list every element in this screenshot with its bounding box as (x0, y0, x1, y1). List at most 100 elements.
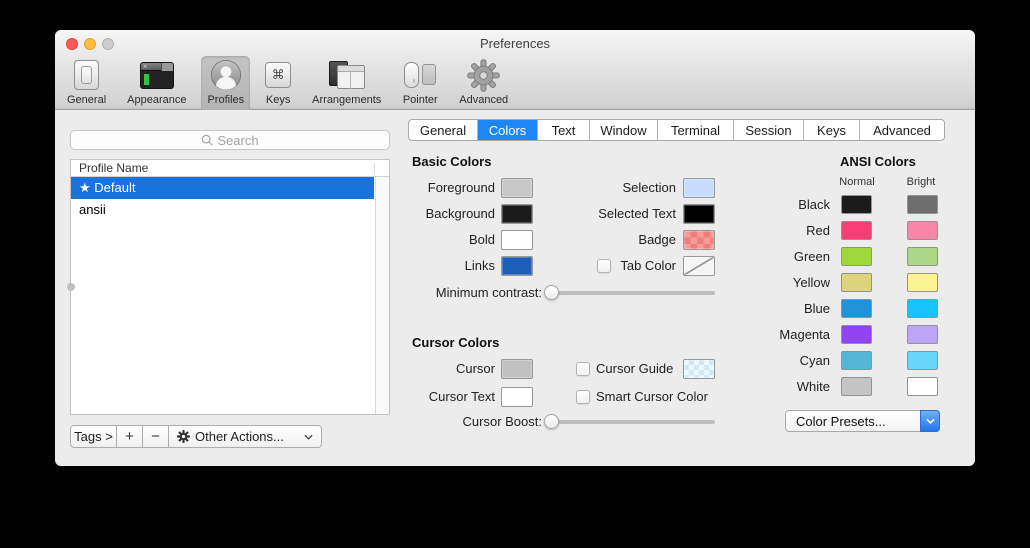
toolbar-item-advanced[interactable]: Advanced (453, 56, 514, 110)
toolbar-item-profiles[interactable]: Profiles (201, 56, 250, 110)
toolbar-item-pointer[interactable]: Pointer (396, 56, 444, 110)
ansi-blue-normal-swatch[interactable] (841, 299, 872, 318)
window-chrome: Preferences General × Appearance (55, 30, 975, 110)
tab-window[interactable]: Window (589, 120, 657, 140)
gear-icon (177, 430, 190, 443)
toolbar-item-general[interactable]: General (61, 56, 112, 110)
search-input[interactable]: Search (70, 130, 390, 150)
selection-label: Selection (556, 178, 676, 198)
header-divider (374, 163, 375, 174)
cursor-colors-heading: Cursor Colors (412, 335, 499, 350)
smart-cursor-color-checkbox[interactable] (576, 390, 590, 404)
profile-row-default[interactable]: ★ Default (71, 177, 374, 199)
ansi-black-bright-swatch[interactable] (907, 195, 938, 214)
tab-colors[interactable]: Colors (477, 120, 537, 140)
ansi-blue-bright-swatch[interactable] (907, 299, 938, 318)
remove-profile-button[interactable]: − (143, 425, 169, 448)
selection-color-swatch[interactable] (683, 178, 715, 198)
pointer-icon (402, 58, 438, 92)
ansi-red-normal-swatch[interactable] (841, 221, 872, 240)
ansi-green-normal-swatch[interactable] (841, 247, 872, 266)
cursor-color-swatch[interactable] (501, 359, 533, 379)
profile-list-header[interactable]: Profile Name (71, 160, 389, 177)
cursor-boost-slider[interactable] (545, 420, 715, 424)
profile-footer-bar: Tags > + − Other Actions... (70, 425, 322, 448)
profile-list: Profile Name ★ Default ansii (70, 159, 390, 415)
ansi-magenta-normal-swatch[interactable] (841, 325, 872, 344)
star-icon: ★ (79, 180, 91, 195)
ansi-col-normal: Normal (826, 176, 888, 188)
arrangements-icon (327, 58, 367, 92)
dropdown-chevron-cap (920, 410, 940, 432)
selected-text-color-swatch[interactable] (683, 204, 715, 224)
ansi-red-label: Red (755, 221, 830, 241)
ansi-magenta-label: Magenta (755, 325, 830, 345)
tab-text[interactable]: Text (537, 120, 589, 140)
background-label: Background (375, 204, 495, 224)
ansi-white-normal-swatch[interactable] (841, 377, 872, 396)
tab-keys[interactable]: Keys (803, 120, 859, 140)
color-presets-dropdown[interactable]: Color Presets... (785, 410, 940, 432)
ansi-cyan-label: Cyan (755, 351, 830, 371)
ansi-cyan-normal-swatch[interactable] (841, 351, 872, 370)
minimum-contrast-label: Minimum contrast: (392, 283, 542, 303)
toolbar-item-arrangements[interactable]: Arrangements (306, 56, 387, 110)
advanced-gear-icon (467, 58, 500, 92)
general-icon (74, 58, 99, 92)
minimum-contrast-slider-knob[interactable] (544, 285, 559, 300)
ansi-yellow-bright-swatch[interactable] (907, 273, 938, 292)
profiles-icon (210, 58, 242, 92)
other-actions-button[interactable]: Other Actions... (169, 425, 322, 448)
cursor-label: Cursor (375, 359, 495, 379)
ansi-white-label: White (755, 377, 830, 397)
profile-name: ansii (79, 202, 106, 217)
chevron-down-icon (926, 418, 935, 424)
foreground-label: Foreground (375, 178, 495, 198)
tags-button[interactable]: Tags > (70, 425, 117, 448)
ansi-magenta-bright-swatch[interactable] (907, 325, 938, 344)
cursor-guide-checkbox[interactable] (576, 362, 590, 376)
tab-terminal[interactable]: Terminal (657, 120, 733, 140)
minimum-contrast-slider[interactable] (545, 291, 715, 295)
selected-text-label: Selected Text (556, 204, 676, 224)
ansi-black-label: Black (755, 195, 830, 215)
tab-color-swatch[interactable] (683, 256, 715, 276)
ansi-black-normal-swatch[interactable] (841, 195, 872, 214)
basic-colors-heading: Basic Colors (412, 154, 491, 169)
cursor-guide-label: Cursor Guide (596, 359, 686, 379)
toolbar-item-keys[interactable]: ⌘ Keys (259, 56, 297, 110)
toolbar-item-appearance[interactable]: × Appearance (121, 56, 192, 110)
toolbar: General × Appearance (59, 56, 514, 110)
tab-general[interactable]: General (409, 120, 477, 140)
ansi-cyan-bright-swatch[interactable] (907, 351, 938, 370)
bold-color-swatch[interactable] (501, 230, 533, 250)
cursor-text-color-swatch[interactable] (501, 387, 533, 407)
ansi-yellow-normal-swatch[interactable] (841, 273, 872, 292)
splitter-handle[interactable] (67, 283, 75, 291)
cursor-text-label: Cursor Text (375, 387, 495, 407)
cursor-guide-color-swatch[interactable] (683, 359, 715, 379)
tab-advanced[interactable]: Advanced (859, 120, 944, 140)
ansi-white-bright-swatch[interactable] (907, 377, 938, 396)
ansi-green-label: Green (755, 247, 830, 267)
cursor-boost-label: Cursor Boost: (442, 412, 542, 432)
add-profile-button[interactable]: + (117, 425, 143, 448)
chevron-down-icon (304, 434, 313, 440)
cursor-boost-slider-knob[interactable] (544, 414, 559, 429)
preferences-window: Preferences General × Appearance (55, 30, 975, 466)
links-label: Links (375, 256, 495, 276)
bold-label: Bold (375, 230, 495, 250)
ansi-red-bright-swatch[interactable] (907, 221, 938, 240)
links-color-swatch[interactable] (501, 256, 533, 276)
tab-color-checkbox[interactable] (597, 259, 611, 273)
search-icon (201, 134, 213, 146)
background-color-swatch[interactable] (501, 204, 533, 224)
ansi-colors-heading: ANSI Colors (840, 154, 916, 169)
foreground-color-swatch[interactable] (501, 178, 533, 198)
ansi-blue-label: Blue (755, 299, 830, 319)
ansi-yellow-label: Yellow (755, 273, 830, 293)
badge-color-swatch[interactable] (683, 230, 715, 250)
tab-session[interactable]: Session (733, 120, 803, 140)
ansi-green-bright-swatch[interactable] (907, 247, 938, 266)
profile-row-ansii[interactable]: ansii (71, 199, 374, 221)
